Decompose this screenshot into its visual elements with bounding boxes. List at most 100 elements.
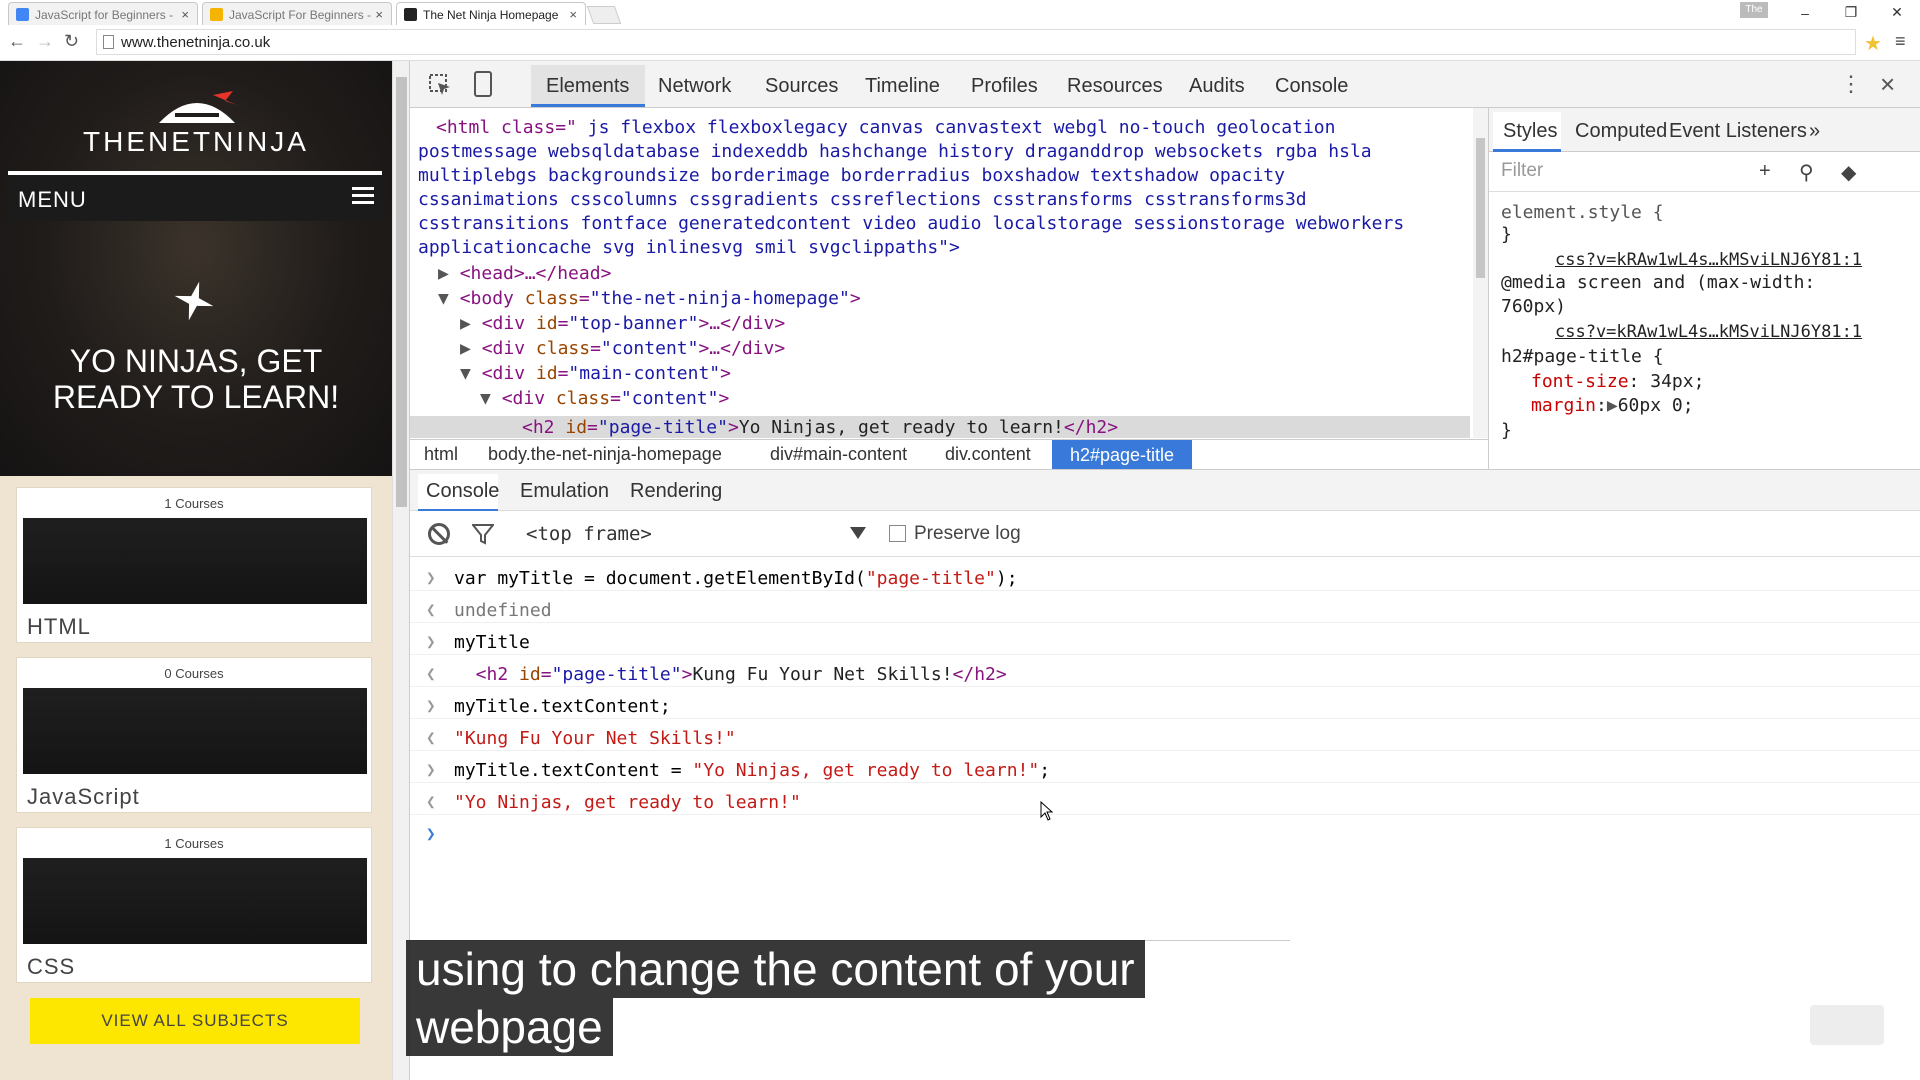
css-property-margin[interactable]: margin:▶60px 0; — [1531, 395, 1694, 416]
drawer-tab-rendering[interactable]: Rendering — [630, 480, 722, 503]
browser-tab-1[interactable]: JavaScript for Beginners - × — [8, 2, 198, 25]
tab-event-listeners[interactable]: Event Listeners — [1669, 120, 1807, 143]
div-inner-content-node[interactable]: ▼ <div class="content"> — [480, 387, 729, 411]
console-input-line[interactable]: ❯ myTitle.textContent = "Yo Ninjas, get r… — [410, 757, 1920, 783]
head-node[interactable]: ▶ <head>…</head> — [438, 262, 611, 286]
preserve-log-checkbox[interactable] — [889, 525, 906, 542]
tag-open: <div — [481, 338, 526, 359]
browser-menu-icon[interactable]: ≡ — [1895, 31, 1906, 52]
restore-icon[interactable]: ❐ — [1828, 4, 1874, 21]
breadcrumb-div-content[interactable]: div.content — [945, 444, 1031, 465]
inspect-element-icon[interactable] — [428, 73, 452, 97]
tab-profiles[interactable]: Profiles — [971, 75, 1038, 98]
tab-network[interactable]: Network — [658, 75, 731, 98]
div-main-content-node[interactable]: ▼ <div id="main-content"> — [460, 362, 731, 386]
breadcrumb-body[interactable]: body.the-net-ninja-homepage — [488, 444, 722, 465]
console-prompt[interactable]: ❯ — [410, 821, 1920, 847]
body-node[interactable]: ▼ <body class="the-net-ninja-homepage"> — [438, 287, 861, 311]
scrollbar-thumb[interactable] — [396, 77, 407, 507]
code-token: > — [681, 664, 693, 685]
back-arrow-icon[interactable]: ← — [8, 31, 26, 52]
console-input-line[interactable]: ❯ myTitle — [410, 629, 1920, 655]
html-node[interactable]: <html class=" js flexbox flexboxlegacy c… — [436, 116, 1335, 140]
site-menu-bar[interactable]: MENU — [8, 171, 382, 221]
url-input[interactable]: www.thenetninja.co.uk — [96, 29, 1856, 55]
tab-resources[interactable]: Resources — [1067, 75, 1163, 98]
expand-arrow-icon[interactable]: ▶ — [460, 338, 482, 359]
clear-console-icon[interactable] — [428, 523, 450, 545]
close-tab-icon[interactable]: × — [569, 7, 577, 22]
pin-icon[interactable]: ⚲ — [1799, 160, 1814, 185]
browser-tab-3-active[interactable]: The Net Ninja Homepage × — [396, 2, 586, 25]
close-tab-icon[interactable]: × — [181, 7, 189, 22]
tab-console[interactable]: Console — [1275, 75, 1348, 98]
device-mode-icon[interactable] — [474, 71, 492, 97]
div-content-node[interactable]: ▶ <div class="content">…</div> — [460, 337, 785, 361]
frame-selector[interactable]: <top frame> — [526, 523, 652, 545]
element-style-rule[interactable]: element.style { — [1501, 202, 1664, 223]
minimize-icon[interactable]: – — [1782, 5, 1828, 21]
new-tab-button[interactable] — [586, 6, 622, 24]
tab-sources[interactable]: Sources — [765, 75, 838, 98]
reload-icon[interactable]: ↻ — [64, 31, 79, 52]
website-scrollbar[interactable] — [392, 61, 409, 1080]
more-options-icon[interactable]: ⋮ — [1840, 71, 1862, 97]
subject-name: JavaScript — [27, 784, 140, 809]
css-property-font-size[interactable]: font-size: 34px; — [1531, 371, 1704, 392]
styles-filter-input[interactable]: Filter + ⚲ ◆ — [1489, 152, 1920, 192]
dropdown-arrow-icon[interactable] — [850, 527, 866, 539]
filter-icon[interactable] — [472, 523, 494, 545]
subject-card-html[interactable]: 1 Courses HTML — [16, 487, 372, 643]
hero-title: YO NINJAS, GET READY TO LEARN! — [0, 343, 392, 415]
div-top-banner-node[interactable]: ▶ <div id="top-banner">…</div> — [460, 312, 785, 336]
forward-arrow-icon[interactable]: → — [36, 31, 54, 52]
stylesheet-source-link[interactable]: css?v=kRAw1wL4s…kMSviLNJ6Y81:1 — [1555, 250, 1862, 270]
close-devtools-icon[interactable]: × — [1880, 69, 1895, 100]
h2-page-title-node[interactable]: <h2 id="page-title">Yo Ninjas, get ready… — [522, 416, 1118, 438]
console-result-line[interactable]: ❮ "Yo Ninjas, get ready to learn!" — [410, 789, 1920, 815]
code-token: myTitle — [454, 632, 530, 653]
expand-arrow-icon[interactable]: ▶ — [1607, 395, 1618, 416]
subject-card-javascript[interactable]: 0 Courses JavaScript — [16, 657, 372, 813]
breadcrumb-page-title[interactable]: h2#page-title — [1052, 440, 1192, 470]
breadcrumb-main-content[interactable]: div#main-content — [770, 444, 907, 465]
browser-tab-2[interactable]: JavaScript For Beginners - × — [202, 2, 392, 25]
expand-arrow-icon[interactable]: ▶ — [438, 263, 460, 284]
subject-card-css[interactable]: 1 Courses CSS — [16, 827, 372, 983]
elements-tree[interactable]: <html class=" js flexbox flexboxlegacy c… — [410, 108, 1470, 438]
more-tabs-icon[interactable]: » — [1809, 120, 1820, 143]
css-selector[interactable]: h2#page-title { — [1501, 346, 1664, 367]
console-code: undefined — [454, 600, 552, 621]
view-all-subjects-button[interactable]: VIEW ALL SUBJECTS — [30, 998, 360, 1044]
expand-arrow-icon[interactable]: ▶ — [460, 313, 482, 334]
tab-elements[interactable]: Elements — [546, 75, 629, 98]
close-window-icon[interactable]: ✕ — [1874, 4, 1920, 21]
collapse-arrow-icon[interactable]: ▼ — [460, 363, 482, 384]
hamburger-icon[interactable] — [352, 187, 374, 207]
console-result-line[interactable]: ❮ undefined — [410, 597, 1920, 623]
console-result-line[interactable]: ❮ "Kung Fu Your Net Skills!" — [410, 725, 1920, 751]
console-input-line[interactable]: ❯ var myTitle = document.getElementById("… — [410, 565, 1920, 591]
breadcrumb-html[interactable]: html — [424, 444, 458, 465]
stylesheet-source-link[interactable]: css?v=kRAw1wL4s…kMSviLNJ6Y81:1 — [1555, 322, 1862, 342]
tab-audits[interactable]: Audits — [1189, 75, 1245, 98]
collapse-arrow-icon[interactable]: ▼ — [480, 388, 502, 409]
collapse-arrow-icon[interactable]: ▼ — [438, 288, 460, 309]
console-code: var myTitle = document.getElementById("p… — [454, 568, 1018, 589]
tab-styles[interactable]: Styles — [1503, 120, 1557, 143]
tab-timeline[interactable]: Timeline — [865, 75, 940, 98]
site-logo-text[interactable]: THENETNINJA — [0, 126, 392, 158]
console-input-line[interactable]: ❯ myTitle.textContent; — [410, 693, 1920, 719]
drawer-tab-emulation[interactable]: Emulation — [520, 480, 609, 503]
color-format-icon[interactable]: ◆ — [1841, 160, 1856, 185]
close-tab-icon[interactable]: × — [375, 7, 383, 22]
bookmark-star-icon[interactable]: ★ — [1864, 31, 1882, 56]
course-count: 1 Courses — [164, 836, 224, 851]
new-style-rule-icon[interactable]: + — [1759, 160, 1771, 183]
tab-computed[interactable]: Computed — [1575, 120, 1667, 143]
scrollbar-thumb[interactable] — [1476, 138, 1485, 278]
console-result-line[interactable]: ❮ <h2 id="page-title">Kung Fu Your Net S… — [410, 661, 1920, 687]
elements-scrollbar[interactable] — [1473, 108, 1488, 438]
drawer-tab-console[interactable]: Console — [426, 480, 499, 503]
user-profile-badge[interactable]: The — [1740, 2, 1768, 18]
